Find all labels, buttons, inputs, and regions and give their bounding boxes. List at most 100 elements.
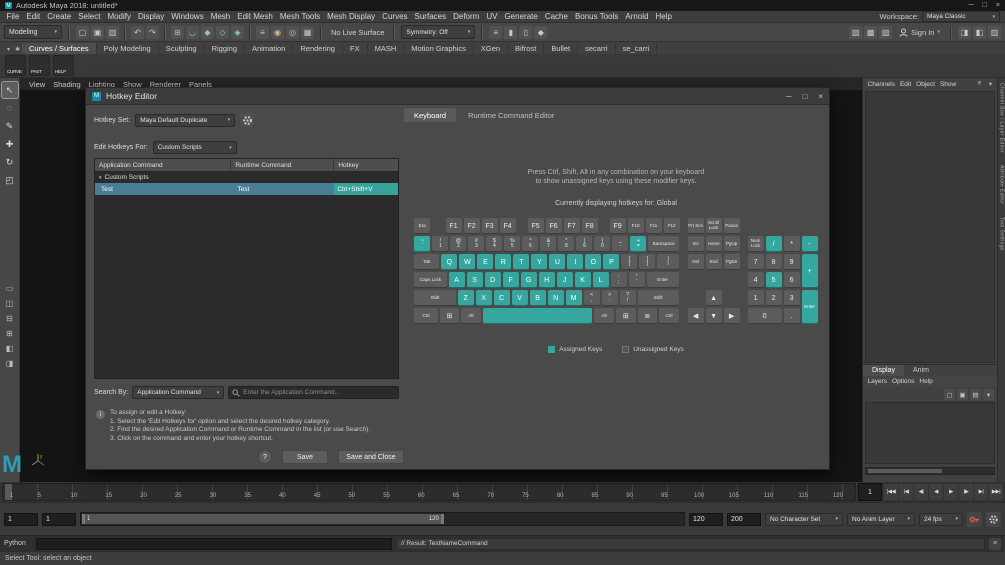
key-f7[interactable]: F7 xyxy=(563,218,580,234)
range-slider[interactable]: 1 120 xyxy=(80,512,685,526)
menu-curves[interactable]: Curves xyxy=(379,12,411,21)
key-1[interactable]: ! 1 xyxy=(432,236,449,252)
key-c[interactable]: C xyxy=(493,290,510,306)
key-k[interactable]: K xyxy=(574,272,591,288)
key-m[interactable]: M xyxy=(565,290,582,306)
channel-menu-object[interactable]: Object xyxy=(914,81,938,88)
key-f12[interactable]: F12 xyxy=(663,218,680,234)
key-f8[interactable]: F8 xyxy=(581,218,598,234)
key-i[interactable]: I xyxy=(567,254,584,270)
scrollbar-thumb[interactable] xyxy=(868,469,943,473)
key-arrow-down[interactable]: ▼ xyxy=(705,308,722,324)
key-f6[interactable]: F6 xyxy=(545,218,562,234)
current-time-field[interactable]: 1 xyxy=(858,483,882,501)
key-f[interactable]: F xyxy=(502,272,519,288)
menu-arnold[interactable]: Arnold xyxy=(622,12,652,21)
play-backwards-button[interactable]: ◀ xyxy=(929,484,943,500)
shelf-gear-icon[interactable]: ✱ xyxy=(13,45,22,54)
go-to-start-button[interactable]: |◀◀ xyxy=(884,484,898,500)
key-page-up[interactable]: PgUp xyxy=(723,236,740,252)
key-numpad-0[interactable]: 0 xyxy=(747,308,782,324)
playback-range-bar[interactable]: 1 120 xyxy=(82,514,444,524)
shelf-tab-bullet[interactable]: Bullet xyxy=(544,43,579,54)
key-f9[interactable]: F9 xyxy=(609,218,626,234)
key-z[interactable]: Z xyxy=(457,290,474,306)
select-component-icon[interactable]: ▯ xyxy=(519,25,533,39)
key-h[interactable]: H xyxy=(538,272,555,288)
dialog-titlebar[interactable]: M Hotkey Editor ─ □ × xyxy=(86,88,829,105)
layout-two-pane-side[interactable]: ◫ xyxy=(2,297,18,310)
layer-menu-layers[interactable]: Layers xyxy=(865,378,890,385)
menu-cache[interactable]: Cache xyxy=(541,12,571,21)
key-key[interactable]: + = xyxy=(630,236,647,252)
shelf-tab-motion-graphics[interactable]: Motion Graphics xyxy=(404,43,474,54)
key-alt-left[interactable]: Alt xyxy=(461,308,481,324)
shelf-tab-bifrost[interactable]: Bifrost xyxy=(508,43,545,54)
key-j[interactable]: J xyxy=(556,272,573,288)
open-scene-icon[interactable]: ▣ xyxy=(91,25,104,39)
tab-anim[interactable]: Anim xyxy=(904,365,938,376)
key-menu[interactable]: ≣ xyxy=(637,308,658,324)
make-live-icon[interactable]: ◈ xyxy=(231,25,244,39)
play-forwards-button[interactable]: ▶ xyxy=(944,484,958,500)
key-6[interactable]: ^ 6 xyxy=(522,236,539,252)
key-numpad-decimal[interactable]: . xyxy=(783,308,800,324)
key-delete[interactable]: Del xyxy=(687,254,704,270)
shelf-tab-xgen[interactable]: XGen xyxy=(474,43,509,54)
layout-single-pane[interactable]: ▭ xyxy=(2,282,18,295)
key-numpad-5[interactable]: 5 xyxy=(765,272,782,288)
key-numpad-multiply[interactable]: * xyxy=(783,236,800,252)
key-end[interactable]: End xyxy=(705,254,722,270)
key-q[interactable]: Q xyxy=(441,254,458,270)
window-maximize-button[interactable]: □ xyxy=(983,2,987,9)
layer-toggle-icon[interactable]: ▢ xyxy=(944,389,955,400)
shelf-item-help[interactable]: HELP xyxy=(53,55,74,76)
menu-help[interactable]: Help xyxy=(652,12,675,21)
command-input[interactable] xyxy=(36,537,392,550)
key-numpad-6[interactable]: 6 xyxy=(783,272,800,288)
key-w[interactable]: W xyxy=(459,254,476,270)
search-by-selector[interactable]: Application Command xyxy=(132,386,225,399)
render-icon[interactable]: ◉ xyxy=(271,25,284,39)
animation-preferences-button[interactable] xyxy=(986,511,1001,527)
select-tool[interactable]: ↖ xyxy=(0,81,19,99)
key-5[interactable]: % 5 xyxy=(504,236,521,252)
hotkey-set-gear-icon[interactable] xyxy=(240,113,255,127)
channel-speed-icon[interactable]: ▾ xyxy=(986,80,995,88)
layer-list[interactable] xyxy=(865,402,995,464)
table-group-custom-scripts[interactable]: Custom Scripts xyxy=(95,172,398,183)
key-tab[interactable]: Tab xyxy=(414,254,440,270)
key-r[interactable]: R xyxy=(495,254,512,270)
workspace-selector[interactable]: Maya Classic xyxy=(922,11,1000,22)
key-numpad-4[interactable]: 4 xyxy=(747,272,764,288)
key-p[interactable]: P xyxy=(603,254,620,270)
selection-mask-icon[interactable]: ◆ xyxy=(534,25,548,39)
anim-layer-selector[interactable]: No Anim Layer xyxy=(847,512,915,526)
menu-surfaces[interactable]: Surfaces xyxy=(411,12,450,21)
key-arrow-right[interactable]: ▶ xyxy=(723,308,740,324)
snap-point-icon[interactable]: ◆ xyxy=(201,25,214,39)
key-numpad-8[interactable]: 8 xyxy=(765,254,782,270)
menu-deform[interactable]: Deform xyxy=(450,12,483,21)
shelf-tab-fx[interactable]: FX xyxy=(343,43,368,54)
key-print-screen[interactable]: Prt Scn xyxy=(687,218,704,234)
menu-edit[interactable]: Edit xyxy=(23,12,44,21)
shelf-tab-rigging[interactable]: Rigging xyxy=(205,43,246,54)
key-b[interactable]: B xyxy=(529,290,546,306)
new-scene-icon[interactable]: ▢ xyxy=(76,25,89,39)
key-numpad-add[interactable]: + xyxy=(801,254,818,288)
key-f10[interactable]: F10 xyxy=(627,218,644,234)
save-and-close-button[interactable]: Save and Close xyxy=(338,450,404,464)
step-back-frame-button[interactable]: |◀ xyxy=(899,484,913,500)
key-win-left[interactable]: ⊞ xyxy=(439,308,460,324)
key-alt-right[interactable]: Alt xyxy=(594,308,614,324)
column-hotkey[interactable]: Hotkey xyxy=(334,159,398,171)
menu-modify[interactable]: Modify xyxy=(104,12,135,21)
key-numpad-enter[interactable]: Enter xyxy=(801,290,818,324)
snap-plane-icon[interactable]: ◇ xyxy=(216,25,229,39)
key-7[interactable]: & 7 xyxy=(540,236,557,252)
help-button[interactable]: ? xyxy=(258,450,272,464)
xray-toggle[interactable]: ▨ xyxy=(879,25,893,39)
key-enter[interactable]: Enter xyxy=(646,272,679,288)
go-to-end-button[interactable]: ▶▶| xyxy=(989,484,1003,500)
